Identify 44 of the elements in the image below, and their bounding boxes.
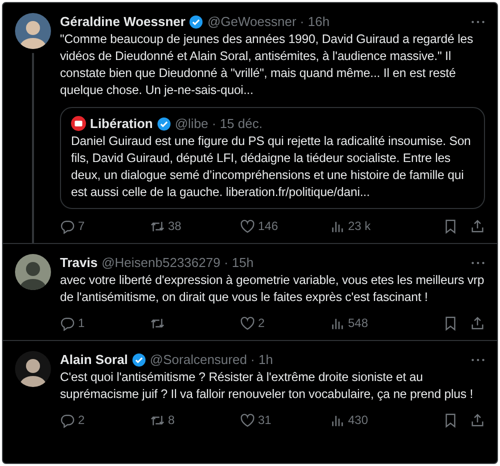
tweet-text: avec votre liberté d'expression à geometrie variable, vous etes les meilleurs vrp de l'antisémitisme, on dirait que vous le faites exprès c'est fascinant ! — [60, 272, 485, 306]
heart-icon[interactable] — [240, 412, 255, 428]
author-name[interactable]: Géraldine Woessner — [60, 14, 186, 29]
more-icon[interactable] — [471, 260, 485, 264]
bookmark-icon[interactable] — [443, 412, 458, 428]
share-icon[interactable] — [470, 316, 485, 330]
more-icon[interactable] — [471, 20, 485, 24]
author-name[interactable]: Libération — [90, 116, 153, 131]
handle-time: @Soralcensured · 1h — [150, 352, 273, 367]
tweet-text: "Comme beaucoup de jeunes des années 1990, David Guiraud a regardé les vidéos de Dieudonné et Alain Soral, antisémites, à l'audience massive." Il constate bien que Dieudonné à "vrillé", mais quand même... Il en est resté quelque chose. Un je-ne-sais-quoi... — [60, 31, 474, 99]
action-count: 8 — [168, 413, 175, 427]
avatar[interactable] — [15, 351, 51, 387]
bookmark-icon[interactable] — [443, 316, 458, 330]
tweet-text: C'est quoi l'antisémitisme ? Résister à l'extrême droite sioniste et au suprémacisme juif ? Il va falloir renouveler ton vocabulaire, ça ne prend plus ! — [60, 369, 474, 403]
quoted-tweet[interactable] — [60, 107, 485, 209]
reply-icon[interactable] — [60, 316, 75, 330]
logo-icon — [71, 116, 86, 131]
action-count: 146 — [258, 219, 278, 233]
heart-icon[interactable] — [240, 316, 255, 330]
handle-time: @Heisenb52336279 · 15h — [102, 255, 254, 270]
share-icon[interactable] — [470, 412, 485, 428]
action-count: 7 — [78, 219, 85, 233]
heart-icon[interactable] — [240, 218, 255, 234]
action-count: 38 — [168, 219, 182, 233]
action-count: 23 k — [348, 219, 371, 233]
avatar[interactable] — [15, 13, 51, 49]
author-name[interactable]: Travis — [60, 255, 98, 270]
action-count: 430 — [348, 413, 368, 427]
action-count: 548 — [348, 316, 368, 330]
more-icon[interactable] — [471, 358, 485, 362]
reply-icon[interactable] — [60, 412, 75, 428]
share-icon[interactable] — [470, 218, 485, 234]
action-count: 1 — [78, 316, 85, 330]
reply-icon[interactable] — [60, 218, 75, 234]
article-link[interactable]: liberation.fr/politique/dani... — [226, 185, 370, 199]
quoted-text: Daniel Guiraud est une figure du PS qui rejette la radicalité insoumise. Son fils, David Guiraud, député LFI, dédaigne la tiédeur socialiste. Entre les deux, un dialogue semé d’incompréhensions et une histoire de famille qui est aussi celle de la gauche. liberation.fr/politique/dani... — [71, 133, 472, 201]
action-count: 31 — [258, 413, 272, 427]
handle-time: @GeWoessner · 16h — [207, 14, 330, 29]
avatar[interactable] — [15, 254, 51, 290]
handle-time: @libe · 15 déc. — [174, 116, 262, 131]
action-count: 2 — [258, 316, 265, 330]
author-name[interactable]: Alain Soral — [60, 352, 128, 367]
bookmark-icon[interactable] — [443, 218, 458, 234]
action-count: 2 — [78, 413, 85, 427]
